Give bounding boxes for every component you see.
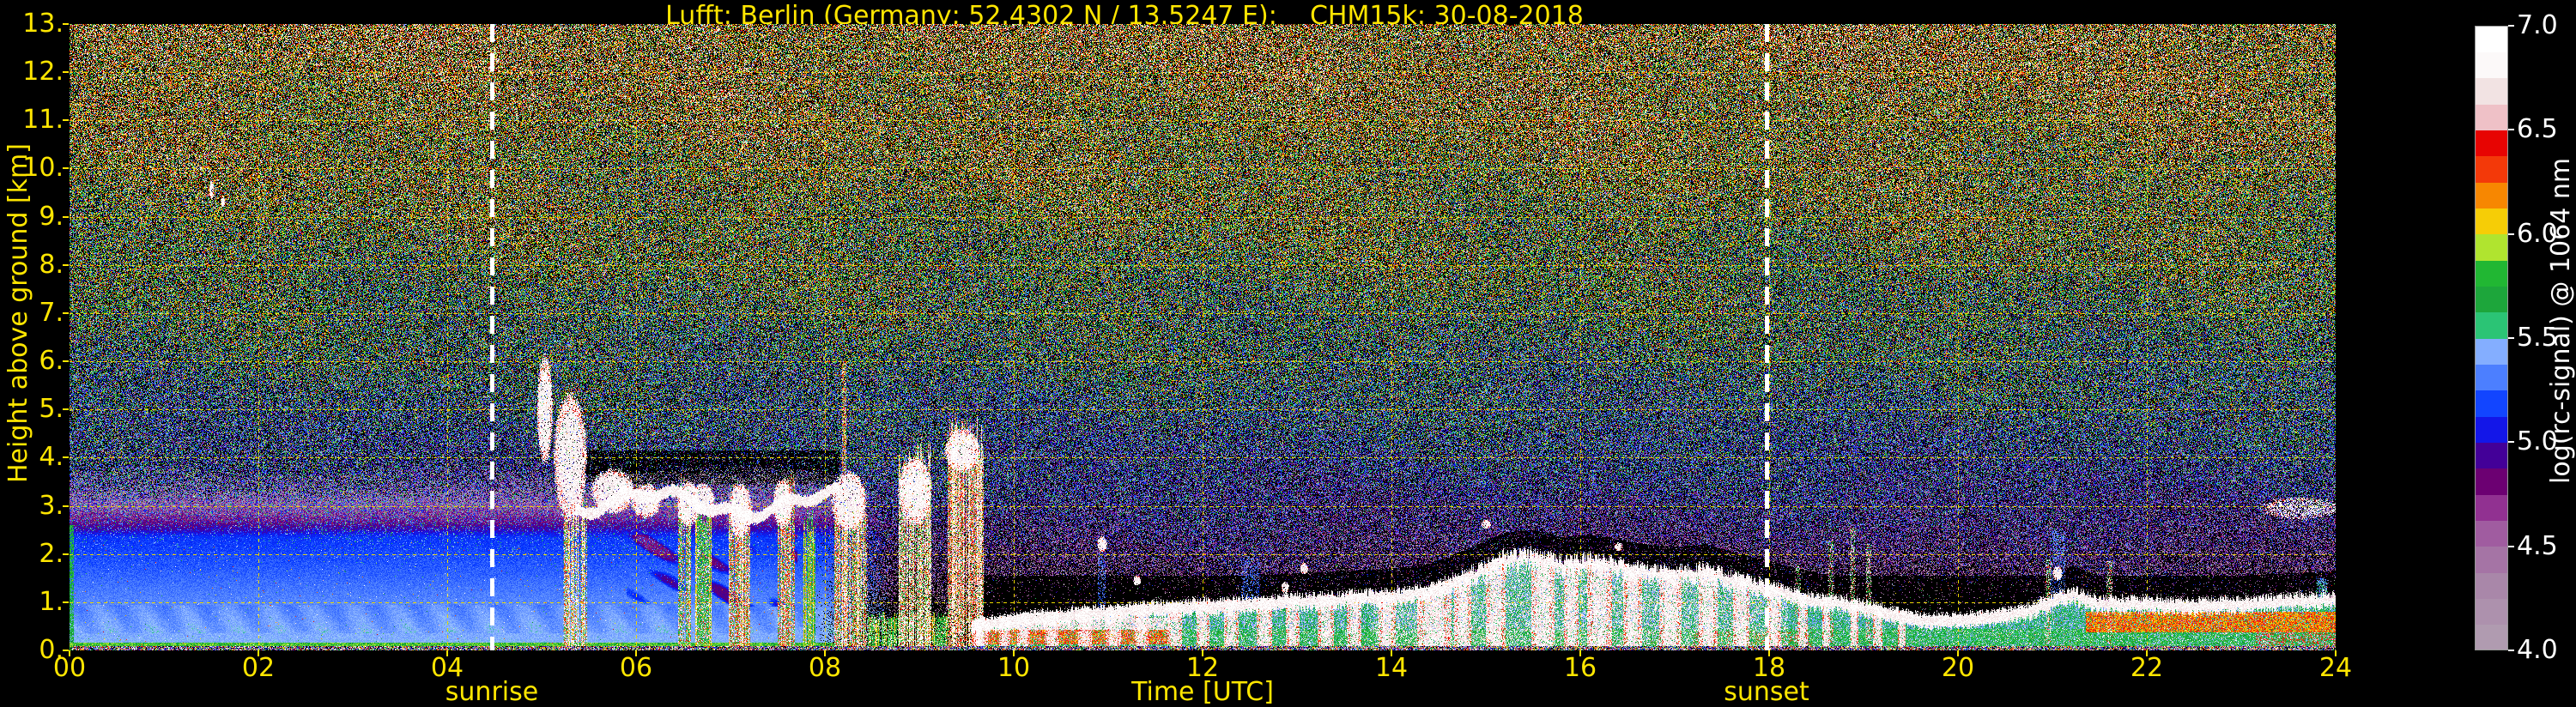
y-tick-mark [63, 71, 69, 73]
y-tick-mark [63, 167, 69, 169]
colorbar-tick-mark [2508, 129, 2514, 130]
x-tick-label: 08 [808, 653, 842, 683]
y-tick-label: 6. [39, 346, 64, 377]
colorbar-tick-label: 6.5 [2517, 114, 2558, 145]
y-tick-mark [63, 119, 69, 121]
y-tick-mark [63, 264, 69, 266]
y-axis-label: Height above ground [km] [3, 143, 33, 483]
y-tick-label: 12. [22, 57, 64, 88]
colorbar-tick-label: 7.0 [2517, 10, 2558, 40]
x-tick-mark [1391, 650, 1392, 656]
x-tick-mark [1768, 650, 1770, 656]
x-tick-label: 10 [997, 653, 1031, 683]
y-tick-mark [63, 312, 69, 314]
x-tick-mark [258, 650, 259, 656]
x-tick-mark [1202, 650, 1203, 656]
y-tick-label: 9. [39, 201, 64, 232]
y-tick-mark [63, 553, 69, 555]
x-tick-mark [446, 650, 448, 656]
y-tick-mark [63, 216, 69, 218]
ceilometer-quicklook-figure: Lufft: Berlin (Germany; 52.4302 N / 13.5… [0, 0, 2576, 707]
colorbar-tick-mark [2508, 337, 2514, 339]
x-tick-mark [2146, 650, 2148, 656]
y-tick-mark [63, 408, 69, 410]
y-tick-label: 5. [39, 394, 64, 425]
y-tick-mark [63, 650, 69, 651]
colorbar-tick-mark [2508, 441, 2514, 443]
y-tick-mark [63, 360, 69, 362]
x-tick-label: 16 [1563, 653, 1597, 683]
x-tick-mark [1957, 650, 1959, 656]
colorbar-tick-mark [2508, 25, 2514, 27]
colorbar-canvas [2475, 26, 2508, 650]
colorbar-tick-label: 6.0 [2517, 218, 2558, 249]
x-tick-mark [635, 650, 637, 656]
y-tick-mark [63, 505, 69, 507]
y-tick-label: 4. [39, 442, 64, 473]
y-tick-label: 1. [39, 586, 64, 617]
sunset-label: sunset [1724, 677, 1809, 707]
colorbar-tick-mark [2508, 233, 2514, 235]
y-tick-label: 3. [39, 490, 64, 521]
x-tick-mark [1579, 650, 1581, 656]
x-tick-mark [1013, 650, 1015, 656]
x-tick-label: 20 [1941, 653, 1975, 683]
x-tick-label: 22 [2130, 653, 2164, 683]
colorbar-tick-label: 5.5 [2517, 323, 2558, 353]
colorbar-tick-label: 4.0 [2517, 635, 2558, 665]
x-tick-label: 00 [52, 653, 87, 683]
x-tick-label: 14 [1374, 653, 1409, 683]
heatmap-canvas [70, 24, 2336, 650]
x-tick-mark [69, 650, 70, 656]
sunrise-label: sunrise [445, 677, 539, 707]
x-tick-mark [824, 650, 826, 656]
y-tick-label: 10. [22, 153, 64, 184]
y-tick-mark [63, 601, 69, 603]
x-tick-label: 24 [2318, 653, 2353, 683]
colorbar-tick-label: 4.5 [2517, 530, 2558, 561]
x-axis-label: Time [UTC] [1131, 677, 1274, 707]
y-tick-mark [63, 456, 69, 458]
y-tick-mark [63, 23, 69, 25]
colorbar-tick-mark [2508, 650, 2514, 651]
x-tick-label: 02 [241, 653, 276, 683]
x-tick-label: 06 [619, 653, 653, 683]
y-tick-label: 13. [22, 9, 64, 39]
colorbar-tick-mark [2508, 546, 2514, 547]
y-tick-label: 7. [39, 297, 64, 328]
y-tick-label: 8. [39, 249, 64, 280]
y-tick-label: 11. [22, 105, 64, 136]
y-tick-label: 2. [39, 538, 64, 569]
colorbar-tick-label: 5.0 [2517, 426, 2558, 457]
x-tick-mark [2335, 650, 2337, 656]
